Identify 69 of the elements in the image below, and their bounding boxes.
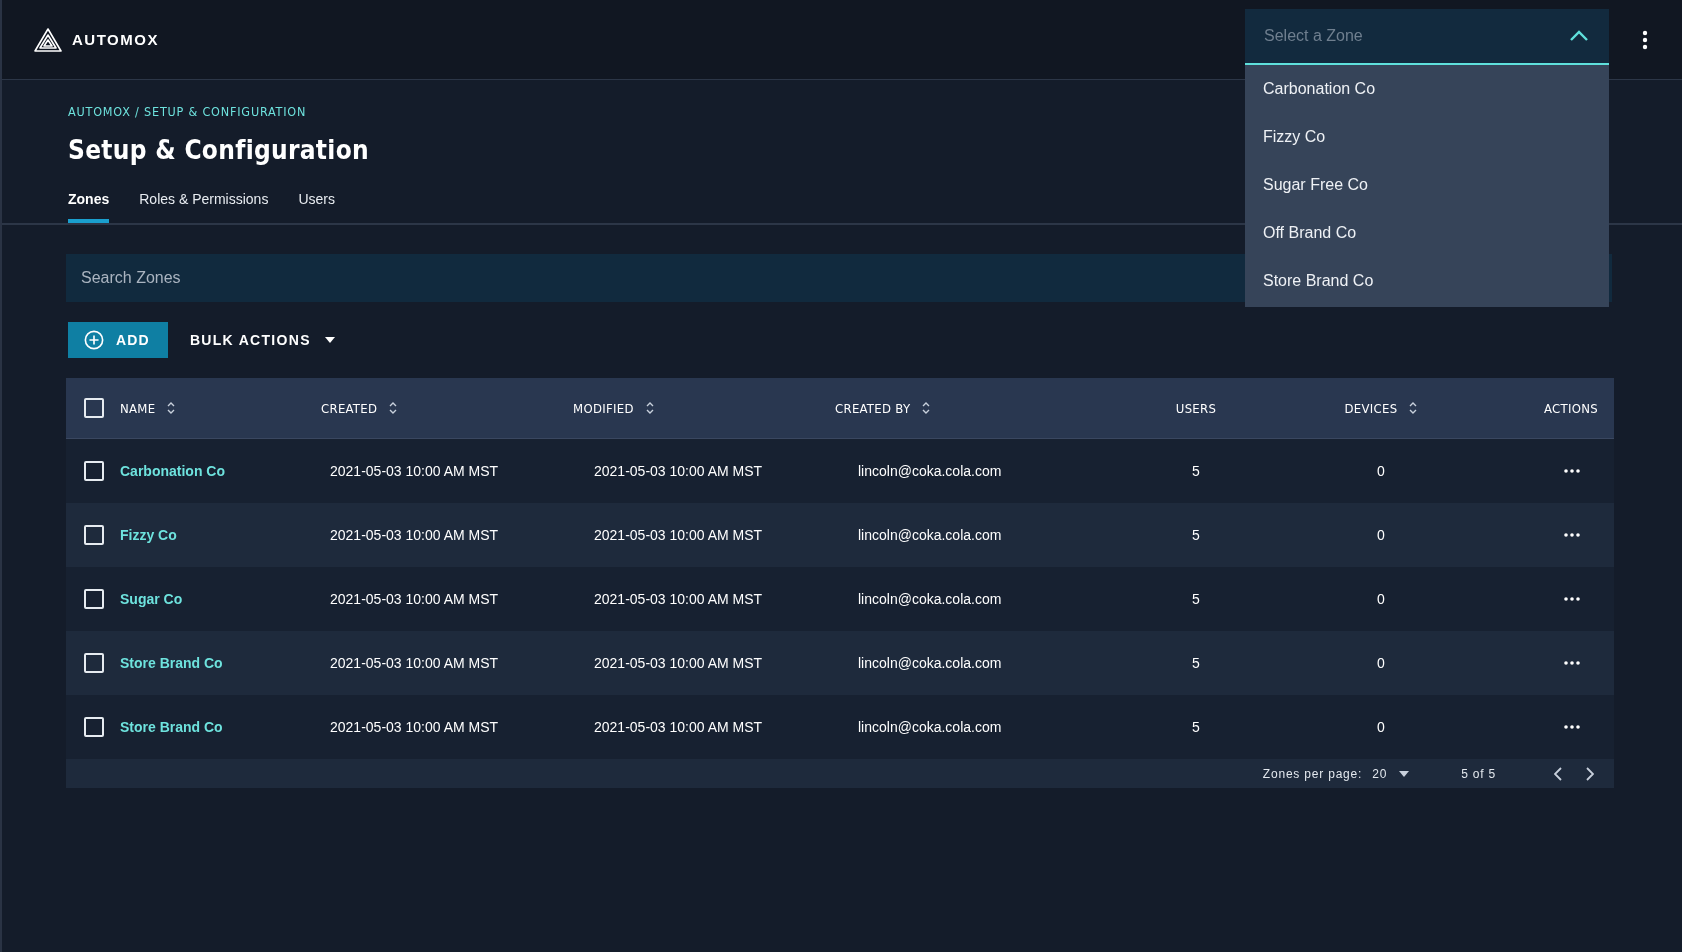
bulk-actions-button[interactable]: BULK ACTIONS (189, 332, 335, 348)
table-cell: lincoln@coka.cola.com (858, 527, 1002, 543)
row-checkbox[interactable] (84, 717, 104, 737)
logo-icon (34, 27, 62, 52)
brand-name: AUTOMOX (72, 31, 159, 48)
table-cell: 0 (1377, 719, 1385, 735)
row-checkbox[interactable] (84, 525, 104, 545)
table-cell: 2021-05-03 10:00 AM MST (594, 655, 763, 671)
row-checkbox[interactable] (84, 653, 104, 673)
table-cell: 2021-05-03 10:00 AM MST (594, 527, 763, 543)
column-header[interactable]: DEVICES (1344, 400, 1418, 416)
table-cell: 5 (1192, 719, 1200, 735)
per-page-select[interactable]: 20 (1372, 766, 1410, 781)
zone-name-link[interactable]: Sugar Co (120, 591, 183, 607)
table-cell: 5 (1192, 463, 1200, 479)
breadcrumb: AUTOMOX / SETUP & CONFIGURATION (68, 104, 308, 119)
zone-name-link[interactable]: Carbonation Co (120, 463, 225, 479)
column-header[interactable]: ACTIONS (1544, 400, 1598, 416)
column-header[interactable]: USERS (1175, 400, 1217, 416)
table-cell: lincoln@coka.cola.com (858, 655, 1002, 671)
caret-icon (324, 337, 335, 343)
table-cell: 2021-05-03 10:00 AM MST (330, 591, 499, 607)
zone-name-link[interactable]: Store Brand Co (120, 719, 223, 735)
table-cell: 2021-05-03 10:00 AM MST (330, 527, 499, 543)
zone-name-link[interactable]: Store Brand Co (120, 655, 223, 671)
sort-icon (922, 401, 931, 415)
column-header[interactable]: CREATED (321, 400, 398, 416)
caret-icon (1399, 770, 1410, 777)
page-title: Setup & Configuration (68, 135, 369, 165)
column-header[interactable]: NAME (120, 400, 176, 416)
table-cell: lincoln@coka.cola.com (858, 591, 1002, 607)
table-cell: 2021-05-03 10:00 AM MST (594, 719, 763, 735)
zone-option[interactable]: Carbonation Co (1245, 65, 1609, 113)
zone-name-link[interactable]: Fizzy Co (120, 527, 177, 543)
row-checkbox[interactable] (84, 589, 104, 609)
zone-option[interactable]: Store Brand Co (1245, 257, 1609, 305)
select-all-checkbox[interactable] (84, 398, 104, 418)
page-range: 5 of 5 (1461, 766, 1496, 781)
table-cell: 0 (1377, 591, 1385, 607)
table-cell: 2021-05-03 10:00 AM MST (330, 463, 499, 479)
table-cell: 0 (1377, 527, 1385, 543)
plus-circle-icon (84, 330, 104, 350)
column-header[interactable]: MODIFIED (573, 400, 654, 416)
sort-icon (167, 401, 176, 415)
table-cell: 2021-05-03 10:00 AM MST (330, 719, 499, 735)
column-header[interactable]: CREATED BY (835, 400, 931, 416)
table-cell: 2021-05-03 10:00 AM MST (594, 591, 763, 607)
sort-icon (1409, 401, 1418, 415)
table-cell: 0 (1377, 463, 1385, 479)
table-cell: 2021-05-03 10:00 AM MST (594, 463, 763, 479)
table-cell: lincoln@coka.cola.com (858, 463, 1002, 479)
table-cell: 0 (1377, 655, 1385, 671)
sort-icon (389, 401, 398, 415)
table-cell: 2021-05-03 10:00 AM MST (330, 655, 499, 671)
per-page-label: Zones per page: (1262, 766, 1363, 781)
table-cell: 5 (1192, 591, 1200, 607)
table-cell: 5 (1192, 527, 1200, 543)
zone-option[interactable]: Fizzy Co (1245, 113, 1609, 161)
zone-option[interactable]: Off Brand Co (1245, 209, 1609, 257)
zone-select-field[interactable]: Select a Zone (1245, 9, 1609, 65)
table-cell: lincoln@coka.cola.com (858, 719, 1002, 735)
tab[interactable]: Zones (68, 191, 110, 223)
tab[interactable]: Roles & Permissions (139, 191, 269, 223)
row-checkbox[interactable] (84, 461, 104, 481)
table-cell: 5 (1192, 655, 1200, 671)
sort-icon (645, 401, 654, 415)
tab[interactable]: Users (298, 191, 335, 223)
zone-option[interactable]: Sugar Free Co (1245, 161, 1609, 209)
add-button[interactable]: ADD (68, 322, 168, 358)
